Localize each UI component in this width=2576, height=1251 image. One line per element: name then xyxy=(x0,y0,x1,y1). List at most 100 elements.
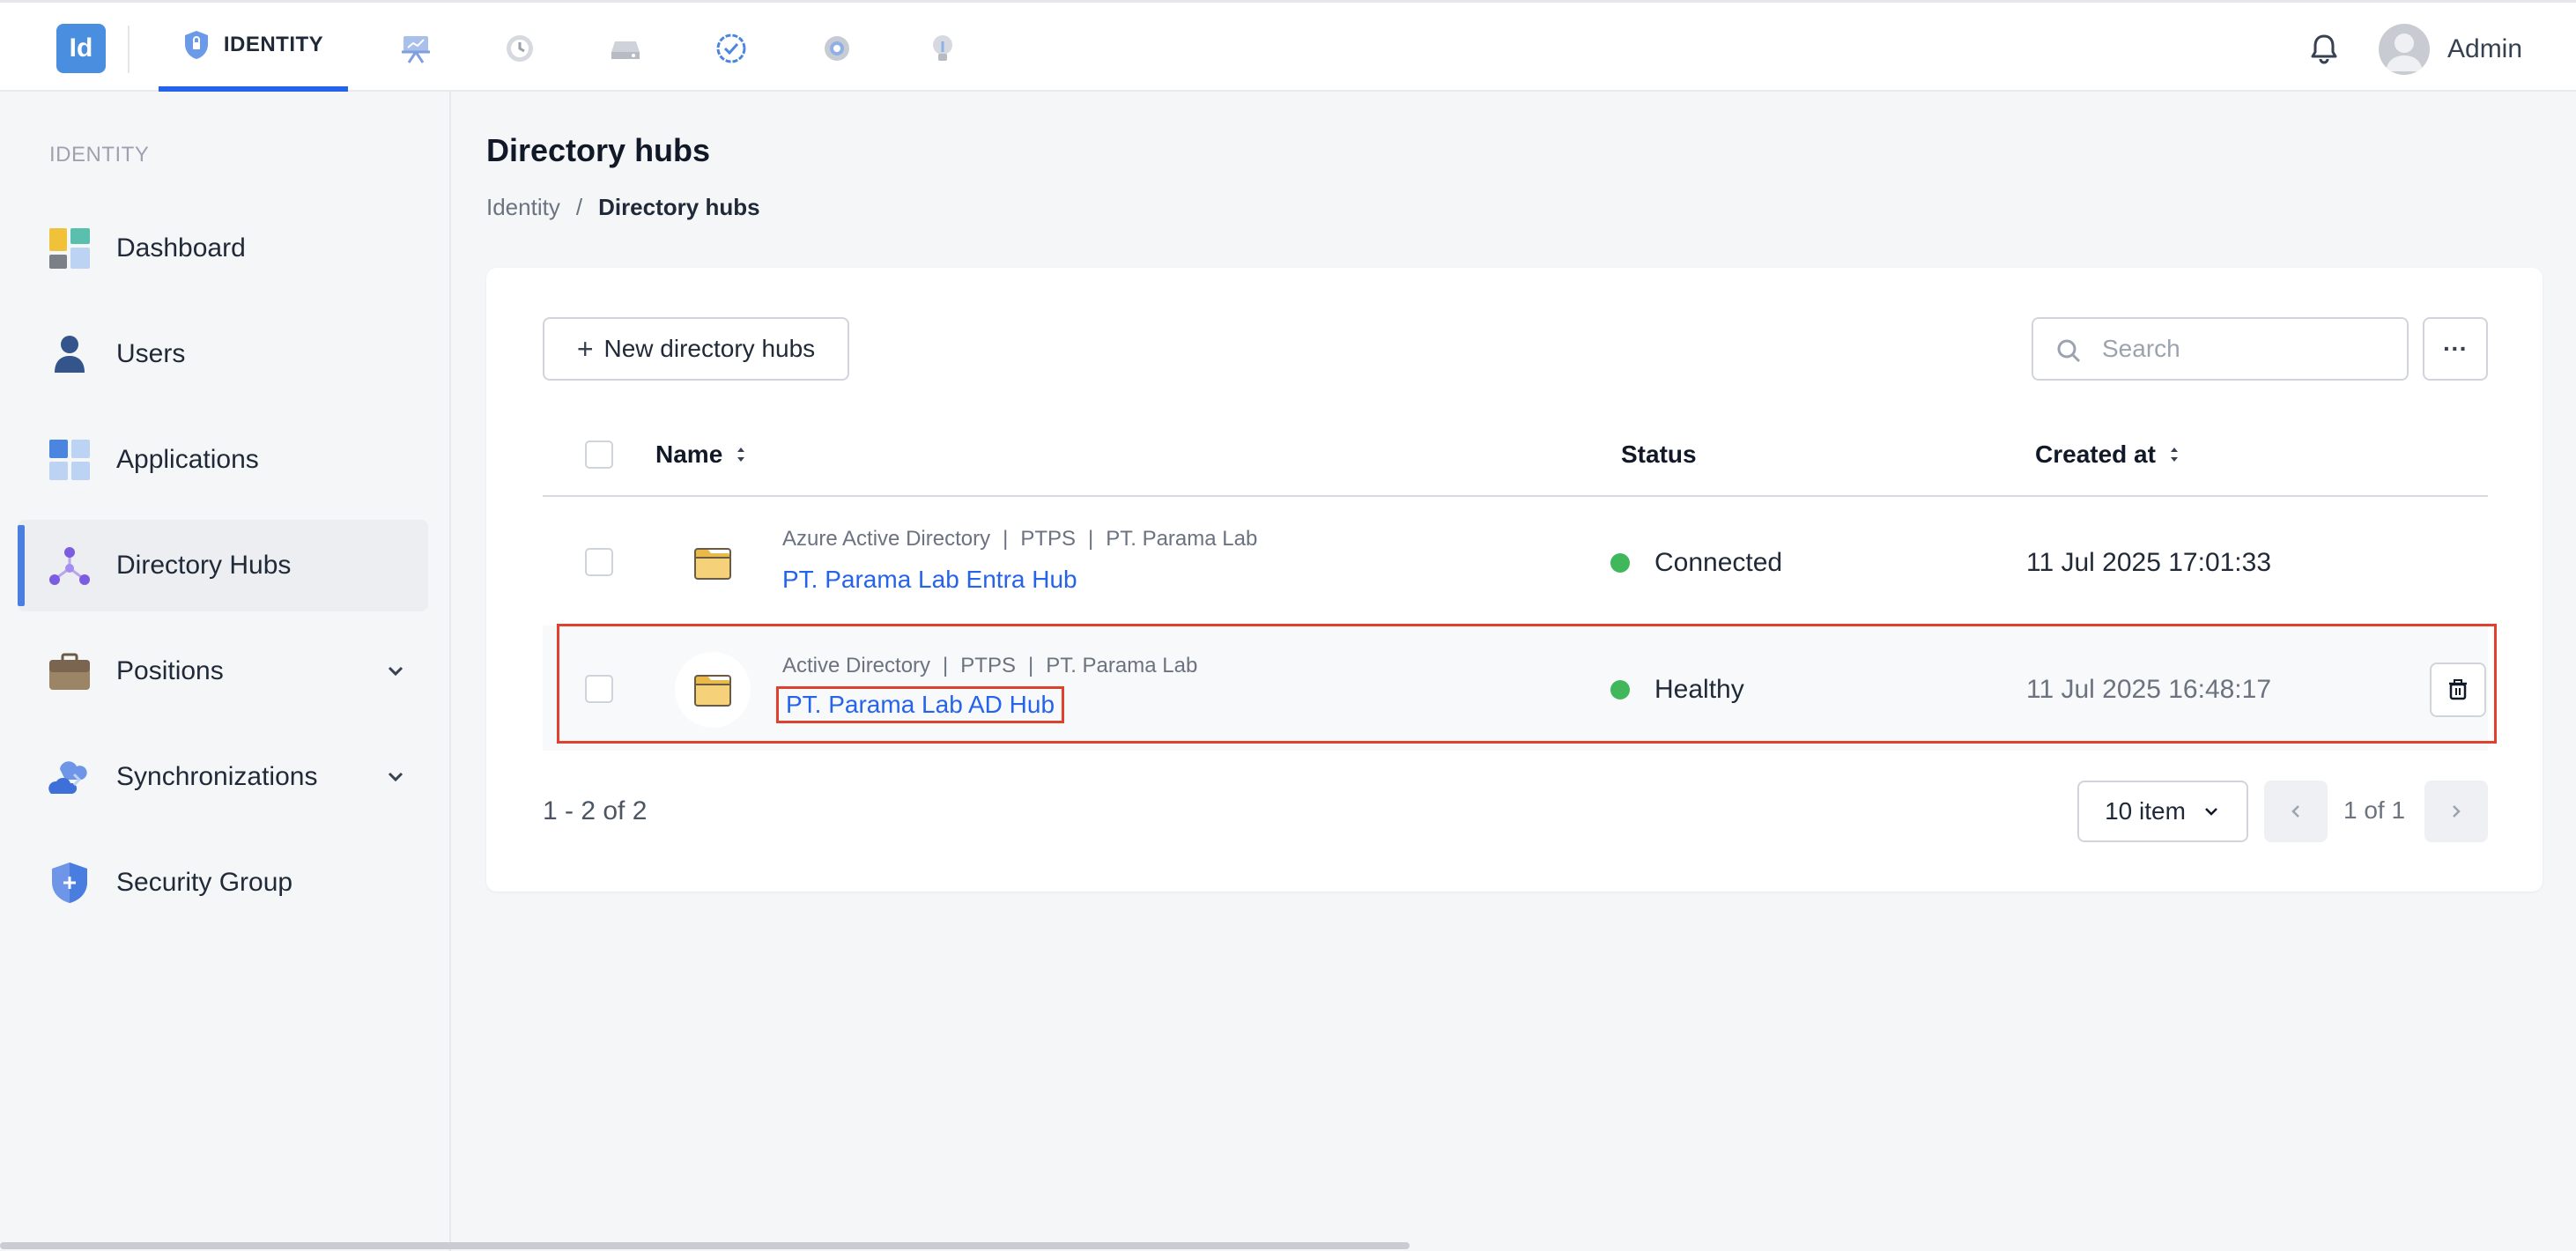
hub-organization: PT. Parama Lab xyxy=(1106,527,1258,551)
hub-meta: Azure Active Directory | PTPS | PT. Para… xyxy=(782,527,1258,551)
directory-hubs-card: + New directory hubs ··· Name Status Cre… xyxy=(486,268,2543,892)
hub-organization: PT. Parama Lab xyxy=(1046,654,1198,677)
sidebar-heading: IDENTITY xyxy=(49,143,150,167)
sidebar-item-users[interactable]: Users xyxy=(18,308,428,400)
chevron-down-icon[interactable] xyxy=(382,764,409,790)
new-directory-hub-button[interactable]: + New directory hubs xyxy=(543,317,849,381)
select-all-checkbox[interactable] xyxy=(585,440,613,469)
avatar[interactable] xyxy=(2379,24,2430,75)
sync-cloud-icon xyxy=(48,761,87,794)
column-header-name-label: Name xyxy=(655,440,723,468)
sidebar-item-dashboard[interactable]: Dashboard xyxy=(18,203,428,294)
created-at: 11 Jul 2025 16:48:17 xyxy=(2026,675,2272,704)
top-bar: Id IDENTITY Admin xyxy=(0,0,2576,92)
table-row[interactable]: Azure Active Directory | PTPS | PT. Para… xyxy=(543,499,2488,624)
more-options-button[interactable]: ··· xyxy=(2423,317,2488,381)
row-checkbox[interactable] xyxy=(585,675,613,703)
hub-meta: Active Directory | PTPS | PT. Parama Lab xyxy=(782,654,1198,677)
user-icon xyxy=(55,336,85,373)
breadcrumb-root[interactable]: Identity xyxy=(486,194,560,221)
search-input[interactable] xyxy=(2102,331,2393,366)
column-header-status-label: Status xyxy=(1621,440,1697,468)
status-dot xyxy=(1610,553,1630,573)
hub-code: PTPS xyxy=(1020,527,1076,551)
horizontal-scrollbar[interactable] xyxy=(0,1242,1410,1249)
chevron-down-icon xyxy=(2205,808,2217,816)
sidebar-item-directory-hubs[interactable]: Directory Hubs xyxy=(18,520,428,611)
hub-type: Azure Active Directory xyxy=(782,527,991,551)
pagination-summary: 1 - 2 of 2 xyxy=(543,796,648,825)
nav-tab-identity[interactable]: IDENTITY xyxy=(159,3,348,92)
delete-button[interactable] xyxy=(2430,663,2486,717)
chevron-down-icon[interactable] xyxy=(382,658,409,685)
sidebar-item-positions[interactable]: Positions xyxy=(18,626,428,717)
bell-icon[interactable] xyxy=(2305,29,2343,68)
check-badge-icon[interactable] xyxy=(712,29,751,68)
logo-divider xyxy=(128,26,130,73)
row-checkbox[interactable] xyxy=(585,548,613,576)
hub-name-link[interactable]: PT. Parama Lab AD Hub xyxy=(775,686,1065,723)
breadcrumb-separator: / xyxy=(575,194,583,220)
sidebar-item-label: Applications xyxy=(116,445,259,474)
user-name[interactable]: Admin xyxy=(2447,34,2522,64)
status-badge: Healthy xyxy=(1610,675,1744,705)
settings-icon[interactable] xyxy=(818,29,856,68)
sidebar: IDENTITY Dashboard Users Applications Di… xyxy=(0,92,451,1251)
hub-type: Active Directory xyxy=(782,654,931,677)
history-icon[interactable] xyxy=(500,29,539,68)
sidebar-item-label: Synchronizations xyxy=(116,762,318,791)
page-indicator: 1 of 1 xyxy=(2343,796,2406,824)
directory-hub-icon xyxy=(49,547,90,585)
page-size-select[interactable]: 10 item xyxy=(2077,781,2248,842)
table-header: Name Status Created at xyxy=(543,414,2488,497)
folder-icon xyxy=(675,525,751,601)
sidebar-item-applications[interactable]: Applications xyxy=(18,414,428,506)
lightbulb-icon[interactable] xyxy=(923,29,962,68)
sidebar-item-label: Dashboard xyxy=(116,233,246,263)
app-logo[interactable]: Id xyxy=(56,24,106,73)
search-box[interactable] xyxy=(2032,317,2409,381)
next-page-button[interactable] xyxy=(2424,781,2488,842)
chevron-left-icon xyxy=(2291,805,2299,818)
more-icon: ··· xyxy=(2443,335,2468,362)
hub-code: PTPS xyxy=(960,654,1016,677)
chevron-right-icon xyxy=(2453,805,2461,818)
user-avatar-icon xyxy=(2386,33,2423,71)
status-badge: Connected xyxy=(1610,548,1782,578)
sort-icon[interactable] xyxy=(2168,445,2180,464)
sidebar-item-security-group[interactable]: Security Group xyxy=(18,837,428,929)
drive-icon[interactable] xyxy=(606,29,645,68)
nav-tab-identity-label: IDENTITY xyxy=(223,32,324,56)
new-directory-hub-label: New directory hubs xyxy=(603,335,816,362)
column-header-status: Status xyxy=(1621,440,1697,469)
trash-icon xyxy=(2449,679,2467,700)
sidebar-item-label: Directory Hubs xyxy=(116,551,292,580)
breadcrumb: Identity / Directory hubs xyxy=(486,194,760,221)
plus-icon: + xyxy=(576,332,594,365)
created-at: 11 Jul 2025 17:01:33 xyxy=(2026,548,2272,577)
search-icon xyxy=(2057,339,2081,363)
applications-icon xyxy=(49,440,90,480)
page-size-value: 10 item xyxy=(2105,797,2186,825)
status-text: Healthy xyxy=(1654,675,1744,704)
sort-icon[interactable] xyxy=(735,445,747,464)
page-title: Directory hubs xyxy=(486,132,711,168)
shield-icon xyxy=(52,862,87,903)
sidebar-item-label: Positions xyxy=(116,656,224,685)
status-dot xyxy=(1610,680,1630,700)
identity-shield-icon xyxy=(184,30,208,59)
status-text: Connected xyxy=(1654,548,1783,577)
prev-page-button[interactable] xyxy=(2264,781,2328,842)
hub-name-link[interactable]: PT. Parama Lab Entra Hub xyxy=(782,566,1077,594)
sidebar-item-synchronizations[interactable]: Synchronizations xyxy=(18,731,428,823)
sidebar-item-label: Security Group xyxy=(116,868,293,897)
dashboard-icon xyxy=(49,228,90,269)
breadcrumb-current: Directory hubs xyxy=(598,194,760,220)
column-header-name[interactable]: Name xyxy=(655,440,747,469)
table-row[interactable]: Active Directory | PTPS | PT. Parama Lab… xyxy=(543,626,2488,751)
presentation-icon[interactable] xyxy=(396,29,435,68)
column-header-created-at[interactable]: Created at xyxy=(2035,440,2180,469)
column-header-created-at-label: Created at xyxy=(2035,440,2156,468)
sidebar-item-label: Users xyxy=(116,339,186,368)
folder-icon xyxy=(675,652,751,728)
